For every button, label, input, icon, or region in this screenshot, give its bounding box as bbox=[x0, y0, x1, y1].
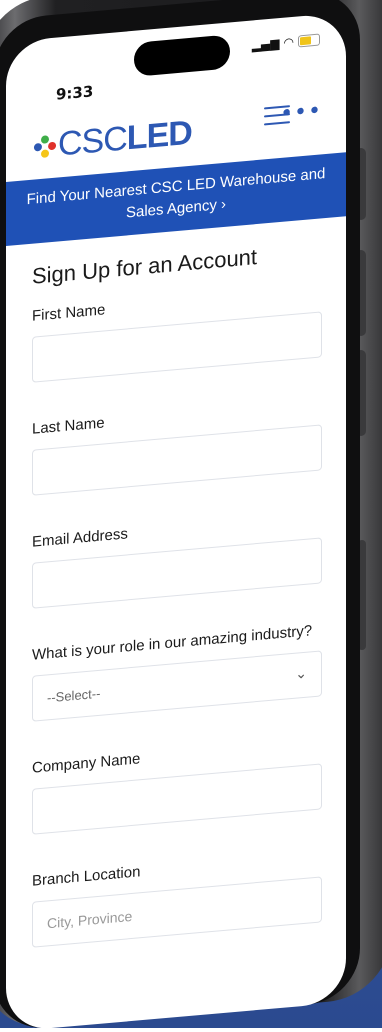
status-icons: ▂▄▆ ◠ bbox=[251, 33, 320, 53]
role-select[interactable]: --Select-- ⌄ bbox=[32, 650, 322, 722]
last-name-field: Last Name bbox=[32, 394, 332, 496]
phone-screen: 9:33 ▂▄▆ ◠ CSCLED ••• Find Your Nearest … bbox=[6, 12, 346, 1032]
dynamic-island bbox=[134, 34, 230, 77]
logo-dots-icon bbox=[32, 133, 58, 159]
more-dots-icon[interactable]: ••• bbox=[280, 98, 322, 127]
branch-location-input[interactable]: City, Province bbox=[32, 876, 322, 948]
role-select-value: --Select-- bbox=[47, 685, 101, 705]
signup-form: Sign Up for an Account First Name Last N… bbox=[32, 237, 332, 985]
branch-location-field: Branch Location City, Province bbox=[32, 846, 332, 948]
last-name-input[interactable] bbox=[32, 424, 322, 496]
first-name-input[interactable] bbox=[32, 311, 322, 383]
battery-icon bbox=[298, 33, 320, 48]
wifi-icon: ◠ bbox=[283, 34, 294, 50]
logo-text: CSCLED bbox=[58, 113, 192, 164]
company-name-field: Company Name bbox=[32, 733, 332, 835]
first-name-field: First Name bbox=[32, 281, 332, 383]
chevron-down-icon: ⌄ bbox=[295, 664, 307, 682]
branch-location-placeholder: City, Province bbox=[47, 907, 133, 932]
csc-led-logo[interactable]: CSCLED bbox=[32, 113, 192, 167]
role-field: What is your role in our amazing industr… bbox=[32, 620, 332, 722]
status-time: 9:33 bbox=[56, 82, 94, 104]
page-title: Sign Up for an Account bbox=[32, 244, 258, 289]
email-field: Email Address bbox=[32, 507, 332, 609]
company-name-input[interactable] bbox=[32, 763, 322, 835]
signal-icon: ▂▄▆ bbox=[251, 36, 280, 53]
email-input[interactable] bbox=[32, 537, 322, 609]
